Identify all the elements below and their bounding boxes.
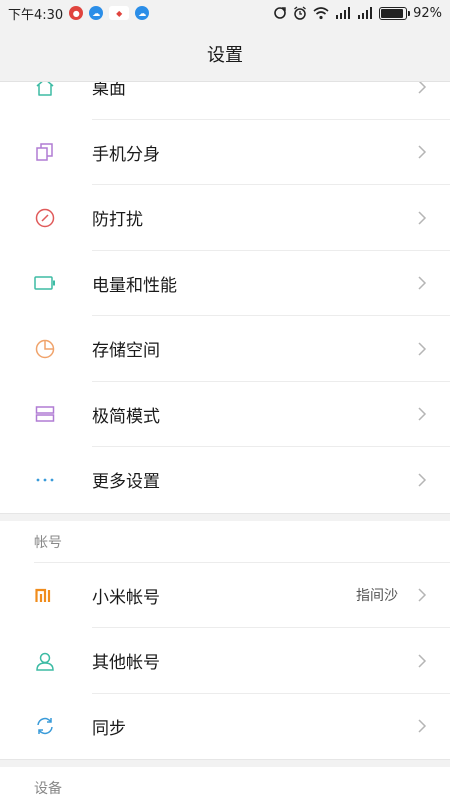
layout-icon: [34, 403, 56, 425]
signal-icon: [358, 7, 373, 19]
settings-item-label: 小米帐号: [92, 587, 160, 608]
chevron-right-icon: [418, 82, 427, 94]
chevron-right-icon: [418, 407, 427, 421]
section-header-accounts: 帐号: [0, 520, 450, 563]
mi-logo-icon: [34, 584, 56, 606]
settings-item-label: 电量和性能: [92, 275, 177, 296]
devices-group: 设备: [0, 767, 450, 800]
settings-item-mi-account[interactable]: 小米帐号 指间沙: [0, 563, 450, 629]
settings-item-do-not-disturb[interactable]: 防打扰: [0, 185, 450, 251]
status-bar: 下午4:30 ● ☁ ◆ ☁ 92%: [0, 0, 450, 26]
cloud-icon: ☁: [135, 6, 150, 20]
settings-item-label: 桌面: [92, 82, 126, 100]
chevron-right-icon: [418, 211, 427, 225]
more-dots-icon: [34, 469, 56, 491]
settings-item-dual-apps[interactable]: 手机分身: [0, 120, 450, 186]
battery-outline-icon: [34, 272, 56, 294]
settings-item-battery-performance[interactable]: 电量和性能: [0, 251, 450, 317]
settings-item-label: 手机分身: [92, 144, 160, 165]
title-bar: 设置: [0, 26, 450, 82]
sync-icon: [274, 7, 286, 19]
settings-item-other-accounts[interactable]: 其他帐号: [0, 628, 450, 694]
settings-list[interactable]: 桌面 手机分身 防打扰 电量和性能 存储空间 极简模式 更多设置 帐号 小米帐号…: [0, 82, 450, 800]
section-divider: [0, 759, 450, 767]
settings-item-label: 防打扰: [92, 210, 143, 231]
chevron-right-icon: [418, 654, 427, 668]
wifi-icon: [313, 6, 329, 19]
settings-item-desktop[interactable]: 桌面: [0, 82, 450, 120]
home-icon: [34, 82, 56, 98]
settings-item-label: 极简模式: [92, 406, 160, 427]
alarm-icon: [294, 6, 306, 20]
settings-item-sync[interactable]: 同步: [0, 694, 450, 760]
account-username: 指间沙: [356, 588, 398, 605]
settings-item-label: 存储空间: [92, 341, 160, 362]
settings-item-more-settings[interactable]: 更多设置: [0, 447, 450, 513]
signal-icon: [336, 7, 351, 19]
chevron-right-icon: [418, 719, 427, 733]
settings-item-label: 更多设置: [92, 472, 160, 493]
cloud-icon: ☁: [89, 6, 104, 20]
settings-item-simple-mode[interactable]: 极简模式: [0, 382, 450, 448]
settings-item-label: 其他帐号: [92, 653, 160, 674]
page-title: 设置: [207, 44, 243, 66]
chevron-right-icon: [418, 473, 427, 487]
clone-icon: [34, 141, 56, 163]
status-time: 下午4:30: [8, 7, 64, 23]
chevron-right-icon: [418, 588, 427, 602]
chevron-right-icon: [418, 342, 427, 356]
section-divider: [0, 512, 450, 521]
sync-arrows-icon: [34, 715, 56, 737]
person-icon: [34, 650, 56, 672]
section-header-devices: 设备: [0, 767, 450, 800]
do-not-disturb-icon: [34, 207, 56, 229]
settings-item-label: 同步: [92, 718, 126, 739]
accounts-group: 帐号 小米帐号 指间沙 其他帐号 同步: [0, 520, 450, 760]
battery-percent: 92%: [413, 5, 442, 21]
weibo-tag-icon: ◆: [109, 6, 130, 20]
chevron-right-icon: [418, 145, 427, 159]
general-settings-group: 桌面 手机分身 防打扰 电量和性能 存储空间 极简模式 更多设置: [0, 82, 450, 513]
battery-icon: [379, 6, 411, 20]
chevron-right-icon: [418, 276, 427, 290]
pie-icon: [34, 338, 56, 360]
weibo-red-icon: ●: [69, 6, 84, 20]
settings-item-storage[interactable]: 存储空间: [0, 316, 450, 382]
